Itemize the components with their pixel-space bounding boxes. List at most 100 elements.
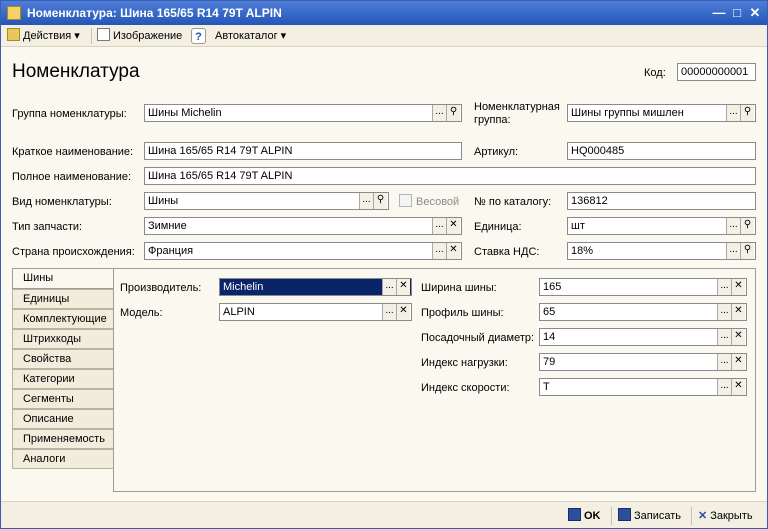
save-button[interactable]: Записать <box>618 508 681 524</box>
save-disk-icon <box>618 508 631 521</box>
save-disk-icon <box>568 508 581 521</box>
search-icon[interactable]: ⚲ <box>740 218 754 234</box>
search-icon[interactable]: ⚲ <box>373 193 387 209</box>
actions-menu[interactable]: Действия ▾ <box>7 28 80 44</box>
tab-segments[interactable]: Сегменты <box>12 389 113 409</box>
image-label: Изображение <box>113 30 183 42</box>
tab-applicability[interactable]: Применяемость <box>12 429 113 449</box>
maker-field[interactable]: Michelin ... ✕ <box>219 278 412 296</box>
image-icon <box>97 28 110 41</box>
select-button[interactable]: ... <box>717 354 731 370</box>
tires-panel: Производитель: Michelin ... ✕ Модель: AL… <box>113 268 756 492</box>
profile-label: Профиль шины: <box>421 307 504 319</box>
toolbar: Действия ▾ Изображение ? Автокаталог ▾ <box>1 25 767 47</box>
search-icon[interactable]: ⚲ <box>740 105 754 121</box>
bottom-bar: OK Записать ✕ Закрыть <box>1 501 767 528</box>
tab-description[interactable]: Описание <box>12 409 113 429</box>
kind-field[interactable]: Шины ... ⚲ <box>144 192 389 210</box>
select-button[interactable]: ... <box>432 218 446 234</box>
catalog-field[interactable]: 136812 <box>567 192 756 210</box>
vat-label: Ставка НДС: <box>474 246 540 258</box>
select-button[interactable]: ... <box>359 193 373 209</box>
code-field[interactable]: 00000000001 <box>677 63 756 81</box>
help-button[interactable]: ? <box>191 28 206 44</box>
clear-icon[interactable]: ✕ <box>446 243 460 259</box>
title-bar: Номенклатура: Шина 165/65 R14 79T ALPIN … <box>1 1 767 25</box>
profile-field[interactable]: 65 ... ✕ <box>539 303 747 321</box>
weight-checkbox[interactable] <box>399 194 412 207</box>
tab-properties[interactable]: Свойства <box>12 349 113 369</box>
weight-label: Весовой <box>416 196 460 208</box>
short-name-field[interactable]: Шина 165/65 R14 79T ALPIN <box>144 142 462 160</box>
close-button[interactable]: ✕ Закрыть <box>698 508 753 524</box>
nomen-group-field[interactable]: Шины группы мишлен ... ⚲ <box>567 104 756 122</box>
select-button[interactable]: ... <box>717 304 731 320</box>
footer-separator <box>691 507 692 525</box>
select-button[interactable]: ... <box>726 218 740 234</box>
tab-analogs[interactable]: Аналоги <box>12 449 113 469</box>
country-label: Страна происхождения: <box>12 246 135 258</box>
select-button[interactable]: ... <box>717 329 731 345</box>
ok-button[interactable]: OK <box>568 508 601 524</box>
window: Номенклатура: Шина 165/65 R14 79T ALPIN … <box>0 0 768 529</box>
catalog-label: № по каталогу: <box>474 196 552 208</box>
model-field[interactable]: ALPIN ... ✕ <box>219 303 412 321</box>
help-icon: ? <box>195 31 202 43</box>
save-label: Записать <box>634 510 682 522</box>
minimize-button[interactable]: — <box>711 5 727 21</box>
tab-tires[interactable]: Шины <box>12 268 113 289</box>
unit-field[interactable]: шт ... ⚲ <box>567 217 756 235</box>
short-name-label: Краткое наименование: <box>12 146 134 158</box>
clear-icon[interactable]: ✕ <box>731 304 745 320</box>
speed-field[interactable]: T ... ✕ <box>539 378 747 396</box>
search-icon[interactable]: ⚲ <box>446 105 460 121</box>
maximize-button[interactable]: □ <box>729 5 745 21</box>
tab-barcodes[interactable]: Штрихкоды <box>12 329 113 349</box>
select-button[interactable]: ... <box>432 243 446 259</box>
image-button[interactable]: Изображение <box>97 28 182 44</box>
tab-categories[interactable]: Категории <box>12 369 113 389</box>
full-name-label: Полное наименование: <box>12 171 132 183</box>
maker-label: Производитель: <box>120 282 202 294</box>
select-button[interactable]: ... <box>717 279 731 295</box>
select-button[interactable]: ... <box>382 304 396 320</box>
autocatalog-menu[interactable]: Автокаталог ▾ <box>215 28 286 44</box>
tab-units[interactable]: Единицы <box>12 289 113 309</box>
actions-label: Действия <box>23 30 72 42</box>
select-button[interactable]: ... <box>726 105 740 121</box>
clear-icon[interactable]: ✕ <box>396 304 410 320</box>
code-label: Код: <box>644 67 666 79</box>
window-title: Номенклатура: Шина 165/65 R14 79T ALPIN <box>27 6 282 20</box>
kind-label: Вид номенклатуры: <box>12 196 112 208</box>
page-title: Номенклатура <box>12 61 140 82</box>
select-button[interactable]: ... <box>382 279 396 295</box>
width-field[interactable]: 165 ... ✕ <box>539 278 747 296</box>
tab-components[interactable]: Комплектующие <box>12 309 113 329</box>
load-field[interactable]: 79 ... ✕ <box>539 353 747 371</box>
clear-icon[interactable]: ✕ <box>731 279 745 295</box>
country-field[interactable]: Франция ... ✕ <box>144 242 462 260</box>
diameter-label: Посадочный диаметр: <box>421 332 535 344</box>
actions-icon <box>7 28 20 41</box>
search-icon[interactable]: ⚲ <box>740 243 754 259</box>
close-icon: ✕ <box>698 510 708 522</box>
select-button[interactable]: ... <box>717 379 731 395</box>
vat-field[interactable]: 18% ... ⚲ <box>567 242 756 260</box>
clear-icon[interactable]: ✕ <box>731 329 745 345</box>
select-button[interactable]: ... <box>726 243 740 259</box>
diameter-field[interactable]: 14 ... ✕ <box>539 328 747 346</box>
article-field[interactable]: HQ000485 <box>567 142 756 160</box>
part-type-field[interactable]: Зимние ... ✕ <box>144 217 462 235</box>
width-label: Ширина шины: <box>421 282 497 294</box>
clear-icon[interactable]: ✕ <box>446 218 460 234</box>
nomen-group-label-1: Номенклатурная <box>474 101 560 113</box>
close-window-button[interactable]: ✕ <box>747 5 763 21</box>
clear-icon[interactable]: ✕ <box>731 354 745 370</box>
clear-icon[interactable]: ✕ <box>731 379 745 395</box>
group-field[interactable]: Шины Michelin ... ⚲ <box>144 104 462 122</box>
clear-icon[interactable]: ✕ <box>396 279 410 295</box>
load-label: Индекс нагрузки: <box>421 357 508 369</box>
select-button[interactable]: ... <box>432 105 446 121</box>
ok-label: OK <box>584 510 601 522</box>
full-name-field[interactable]: Шина 165/65 R14 79T ALPIN <box>144 167 756 185</box>
